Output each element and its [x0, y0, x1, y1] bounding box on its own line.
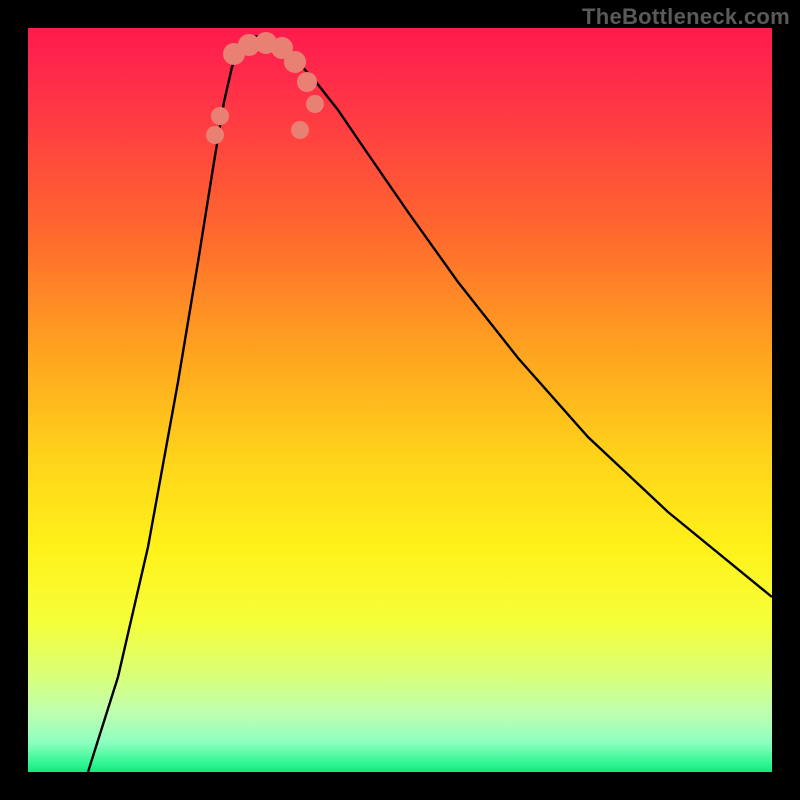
- data-markers: [206, 32, 324, 144]
- chart-frame: TheBottleneck.com: [0, 0, 800, 800]
- marker-blob-7: [306, 95, 324, 113]
- marker-right-dot: [291, 121, 309, 139]
- plot-area: [28, 28, 772, 772]
- marker-blob-6: [297, 72, 317, 92]
- bottleneck-curve: [88, 36, 772, 772]
- marker-left-dot-lower: [211, 107, 229, 125]
- marker-blob-5: [284, 51, 306, 73]
- chart-svg: [28, 28, 772, 772]
- watermark-text: TheBottleneck.com: [582, 4, 790, 30]
- marker-left-dot-upper: [206, 126, 224, 144]
